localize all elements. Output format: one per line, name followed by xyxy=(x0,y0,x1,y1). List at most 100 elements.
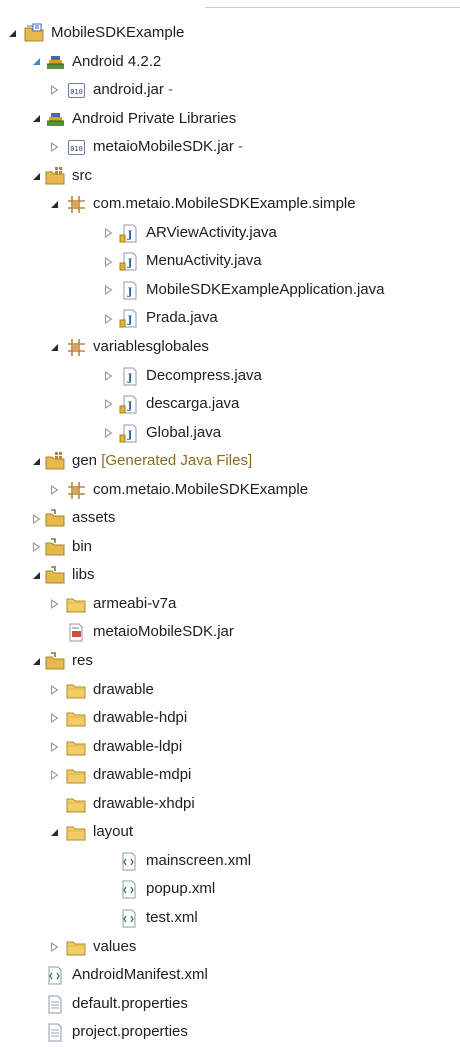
item-name: metaioMobileSDK.jar xyxy=(93,138,234,156)
collapsed-arrow-icon[interactable] xyxy=(48,676,60,705)
item-name: Android 4.2.2 xyxy=(72,52,162,70)
tree-item-label: Android Private Libraries xyxy=(72,105,236,134)
tree-item[interactable]: values xyxy=(0,933,460,962)
collapsed-arrow-icon[interactable] xyxy=(30,533,42,562)
item-decoration: [Generated Java Files] xyxy=(101,452,253,470)
tree-item[interactable]: metaioMobileSDK.jar xyxy=(0,618,460,647)
item-name: drawable-xhdpi xyxy=(93,794,195,812)
java-file-icon: J xyxy=(119,423,140,444)
tree-item-label: assets xyxy=(72,504,115,533)
tree-item[interactable]: libs xyxy=(0,561,460,590)
tree-item-label: Android 4.2.2 xyxy=(72,48,161,77)
tree-item[interactable]: drawable-hdpi xyxy=(0,704,460,733)
item-name: Global.java xyxy=(146,423,222,441)
tree-item[interactable]: J ARViewActivity.java xyxy=(0,219,460,248)
tree-item[interactable]: J MobileSDKExampleApplication.java xyxy=(0,276,460,305)
item-name: armeabi-v7a xyxy=(93,594,177,612)
tree-item-label: drawable xyxy=(93,676,154,705)
collapsed-arrow-icon[interactable] xyxy=(48,704,60,733)
tree-item-label: bin xyxy=(72,533,92,562)
expanded-arrow-icon[interactable] xyxy=(30,162,42,191)
tree-item-label: variablesglobales xyxy=(93,333,209,362)
collapsed-arrow-icon[interactable] xyxy=(102,304,114,333)
java-file-plain-icon: J xyxy=(119,280,140,301)
expanded-arrow-icon[interactable] xyxy=(6,19,18,48)
item-name: drawable xyxy=(93,680,154,698)
tree-item-label: ARViewActivity.java xyxy=(146,219,277,248)
collapsed-arrow-icon[interactable] xyxy=(102,419,114,448)
tree-item[interactable]: J MenuActivity.java xyxy=(0,247,460,276)
collapsed-arrow-icon[interactable] xyxy=(48,933,60,962)
expanded-arrow-icon[interactable] xyxy=(30,447,42,476)
expanded-arrow-icon[interactable] xyxy=(30,647,42,676)
svg-text:J: J xyxy=(127,373,133,384)
tree-item[interactable]: res xyxy=(0,647,460,676)
tree-item[interactable]: J Global.java xyxy=(0,419,460,448)
collapsed-arrow-icon[interactable] xyxy=(48,733,60,762)
collapsed-arrow-icon[interactable] xyxy=(102,390,114,419)
collapsed-arrow-icon[interactable] xyxy=(102,247,114,276)
tree-item[interactable]: test.xml xyxy=(0,904,460,933)
tree-item[interactable]: layout xyxy=(0,818,460,847)
jar-icon: 010 xyxy=(66,137,87,158)
svg-text:J: J xyxy=(127,315,133,326)
expanded-arrow-icon[interactable] xyxy=(48,818,60,847)
tree-item[interactable]: Android Private Libraries xyxy=(0,105,460,134)
tree-item-label: com.metaio.MobileSDKExample.simple xyxy=(93,190,356,219)
text-file-icon xyxy=(45,1022,66,1043)
tree-item[interactable]: Android 4.2.2 xyxy=(0,48,460,77)
tree-item[interactable]: MobileSDKExample xyxy=(0,19,460,48)
collapsed-arrow-icon[interactable] xyxy=(102,219,114,248)
plain-folder-icon xyxy=(66,594,87,615)
tree-item[interactable]: gen [Generated Java Files] xyxy=(0,447,460,476)
expanded-arrow-icon[interactable] xyxy=(30,48,42,77)
tree-item[interactable]: assets xyxy=(0,504,460,533)
item-name: MobileSDKExampleApplication.java xyxy=(146,280,385,298)
tree-item[interactable]: com.metaio.MobileSDKExample.simple xyxy=(0,190,460,219)
tree-item[interactable]: AndroidManifest.xml xyxy=(0,961,460,990)
expanded-arrow-icon[interactable] xyxy=(30,561,42,590)
tree-item-label: metaioMobileSDK.jar - xyxy=(93,133,243,162)
collapsed-arrow-icon[interactable] xyxy=(48,133,60,162)
tree-item[interactable]: mainscreen.xml xyxy=(0,847,460,876)
library-container-icon xyxy=(45,52,66,73)
tree-item[interactable]: armeabi-v7a xyxy=(0,590,460,619)
expanded-arrow-icon[interactable] xyxy=(48,190,60,219)
tree-item[interactable]: 010 android.jar - xyxy=(0,76,460,105)
collapsed-arrow-icon[interactable] xyxy=(48,590,60,619)
plain-folder-icon xyxy=(66,822,87,843)
tree-item[interactable]: drawable-mdpi xyxy=(0,761,460,790)
item-name: AndroidManifest.xml xyxy=(72,966,208,984)
item-name: variablesglobales xyxy=(93,338,209,356)
collapsed-arrow-icon[interactable] xyxy=(102,276,114,305)
tree-item[interactable]: project.properties xyxy=(0,1018,460,1047)
tree-item-label: AndroidManifest.xml xyxy=(72,961,208,990)
tree-item[interactable]: popup.xml xyxy=(0,875,460,904)
tree-item[interactable]: drawable-xhdpi xyxy=(0,790,460,819)
tree-item[interactable]: J Prada.java xyxy=(0,304,460,333)
jar-icon: 010 xyxy=(66,80,87,101)
expanded-arrow-icon[interactable] xyxy=(48,333,60,362)
tree-item[interactable]: com.metaio.MobileSDKExample xyxy=(0,476,460,505)
tree-item[interactable]: drawable-ldpi xyxy=(0,733,460,762)
tree-item[interactable]: drawable xyxy=(0,676,460,705)
tree-item-label: test.xml xyxy=(146,904,198,933)
item-name: src xyxy=(72,166,92,184)
item-name: MobileSDKExample xyxy=(51,24,185,41)
collapsed-arrow-icon[interactable] xyxy=(48,761,60,790)
collapsed-arrow-icon[interactable] xyxy=(48,76,60,105)
tree-item[interactable]: variablesglobales xyxy=(0,333,460,362)
tree-item[interactable]: default.properties xyxy=(0,990,460,1019)
expanded-arrow-icon[interactable] xyxy=(30,105,42,134)
tree-item[interactable]: Jdescarga.java xyxy=(0,390,460,419)
tree-item[interactable]: 010 metaioMobileSDK.jar - xyxy=(0,133,460,162)
xml-file-icon xyxy=(45,965,66,986)
item-name: libs xyxy=(72,566,95,584)
collapsed-arrow-icon[interactable] xyxy=(30,504,42,533)
svg-text:J: J xyxy=(127,287,133,298)
tree-item[interactable]: bin xyxy=(0,533,460,562)
collapsed-arrow-icon[interactable] xyxy=(48,476,60,505)
collapsed-arrow-icon[interactable] xyxy=(102,362,114,391)
tree-item[interactable]: src xyxy=(0,162,460,191)
tree-item[interactable]: J Decompress.java xyxy=(0,362,460,391)
